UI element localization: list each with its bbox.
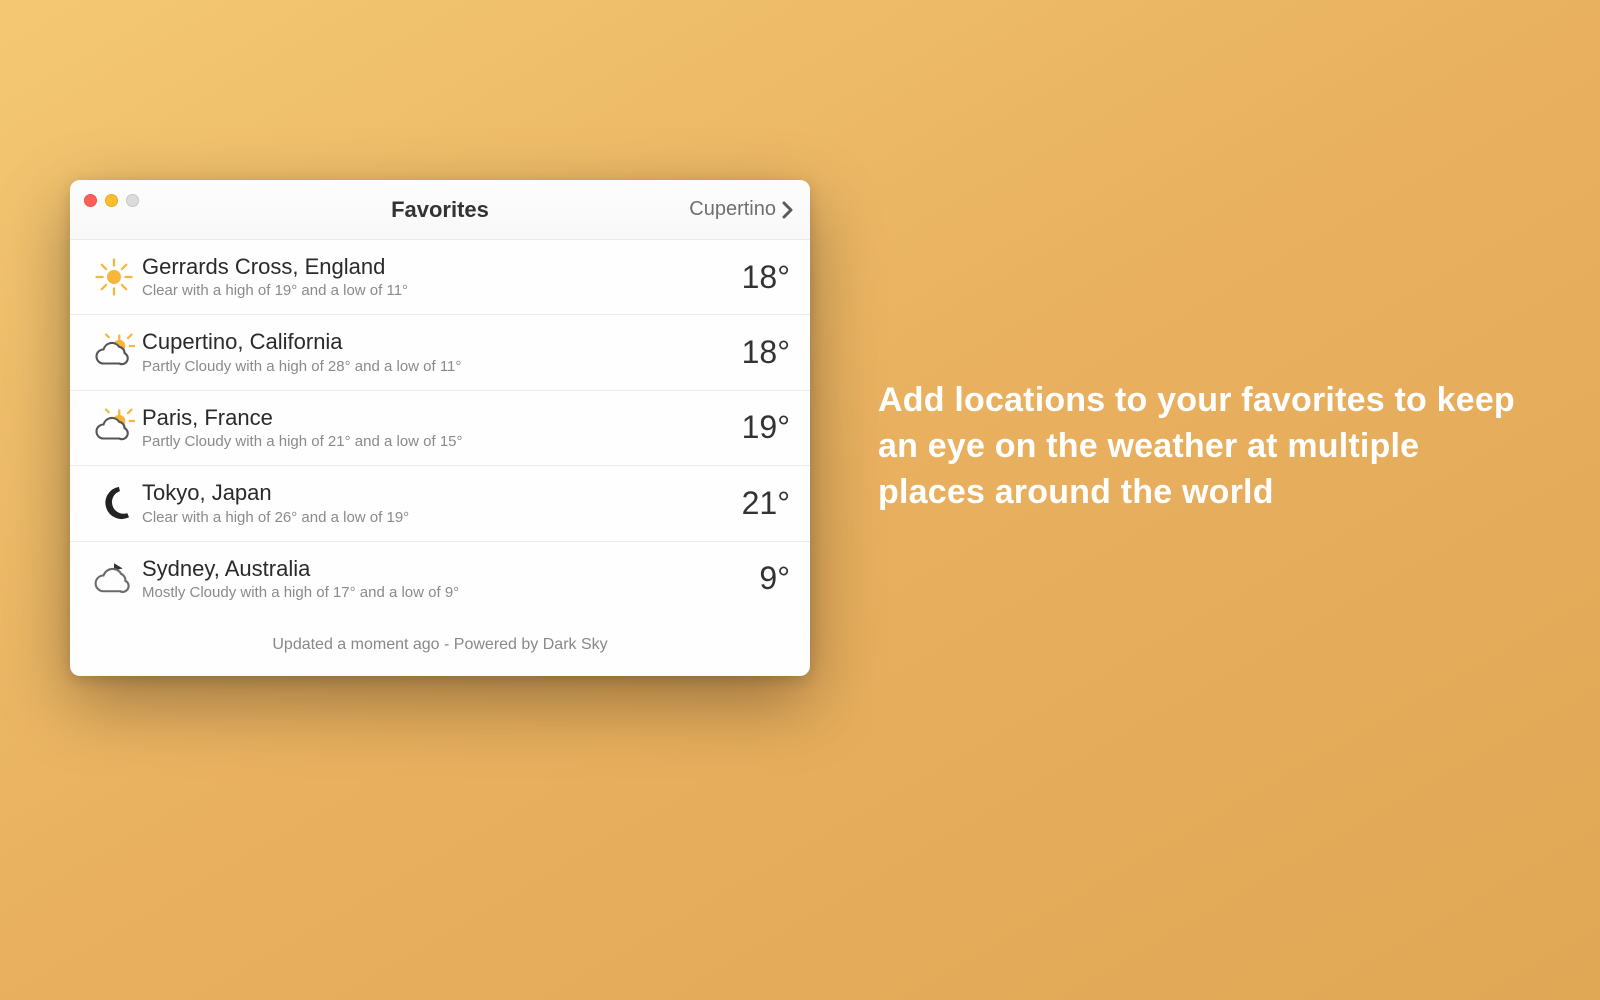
location-name: Sydney, Australia: [142, 556, 747, 582]
favorite-row[interactable]: Cupertino, California Partly Cloudy with…: [70, 315, 810, 390]
titlebar: Favorites Cupertino: [70, 180, 810, 240]
location-temp: 18°: [730, 259, 790, 296]
partly-cloudy-icon: [86, 332, 142, 374]
location-temp: 19°: [730, 409, 790, 446]
location-temp: 21°: [730, 485, 790, 522]
moon-icon: [86, 482, 142, 524]
location-name: Cupertino, California: [142, 329, 730, 355]
partly-cloudy-icon: [86, 407, 142, 449]
window-controls: [84, 194, 139, 207]
location-desc: Partly Cloudy with a high of 21° and a l…: [142, 433, 730, 451]
favorite-row[interactable]: Sydney, Australia Mostly Cloudy with a h…: [70, 542, 810, 616]
location-temp: 9°: [747, 560, 790, 597]
location-desc: Partly Cloudy with a high of 28° and a l…: [142, 358, 730, 376]
current-location-label: Cupertino: [689, 198, 776, 221]
favorites-window: Favorites Cupertino: [70, 180, 810, 676]
marketing-copy: Add locations to your favorites to keep …: [878, 378, 1518, 516]
location-desc: Mostly Cloudy with a high of 17° and a l…: [142, 584, 747, 602]
favorite-row[interactable]: Paris, France Partly Cloudy with a high …: [70, 391, 810, 466]
location-name: Tokyo, Japan: [142, 480, 730, 506]
minimize-window-button[interactable]: [105, 194, 118, 207]
cloudy-wind-icon: [86, 558, 142, 600]
location-temp: 18°: [730, 334, 790, 371]
current-location-nav[interactable]: Cupertino: [689, 180, 794, 239]
location-name: Gerrards Cross, England: [142, 254, 730, 280]
window-title: Favorites: [391, 197, 489, 223]
footer-status: Updated a moment ago - Powered by Dark S…: [70, 616, 810, 676]
location-desc: Clear with a high of 19° and a low of 11…: [142, 282, 730, 300]
favorite-row[interactable]: Tokyo, Japan Clear with a high of 26° an…: [70, 466, 810, 541]
close-window-button[interactable]: [84, 194, 97, 207]
chevron-right-icon: [782, 201, 794, 219]
location-name: Paris, France: [142, 405, 730, 431]
sun-icon: [86, 256, 142, 298]
zoom-window-button[interactable]: [126, 194, 139, 207]
favorite-row[interactable]: Gerrards Cross, England Clear with a hig…: [70, 240, 810, 315]
location-desc: Clear with a high of 26° and a low of 19…: [142, 509, 730, 527]
favorites-list: Gerrards Cross, England Clear with a hig…: [70, 240, 810, 616]
